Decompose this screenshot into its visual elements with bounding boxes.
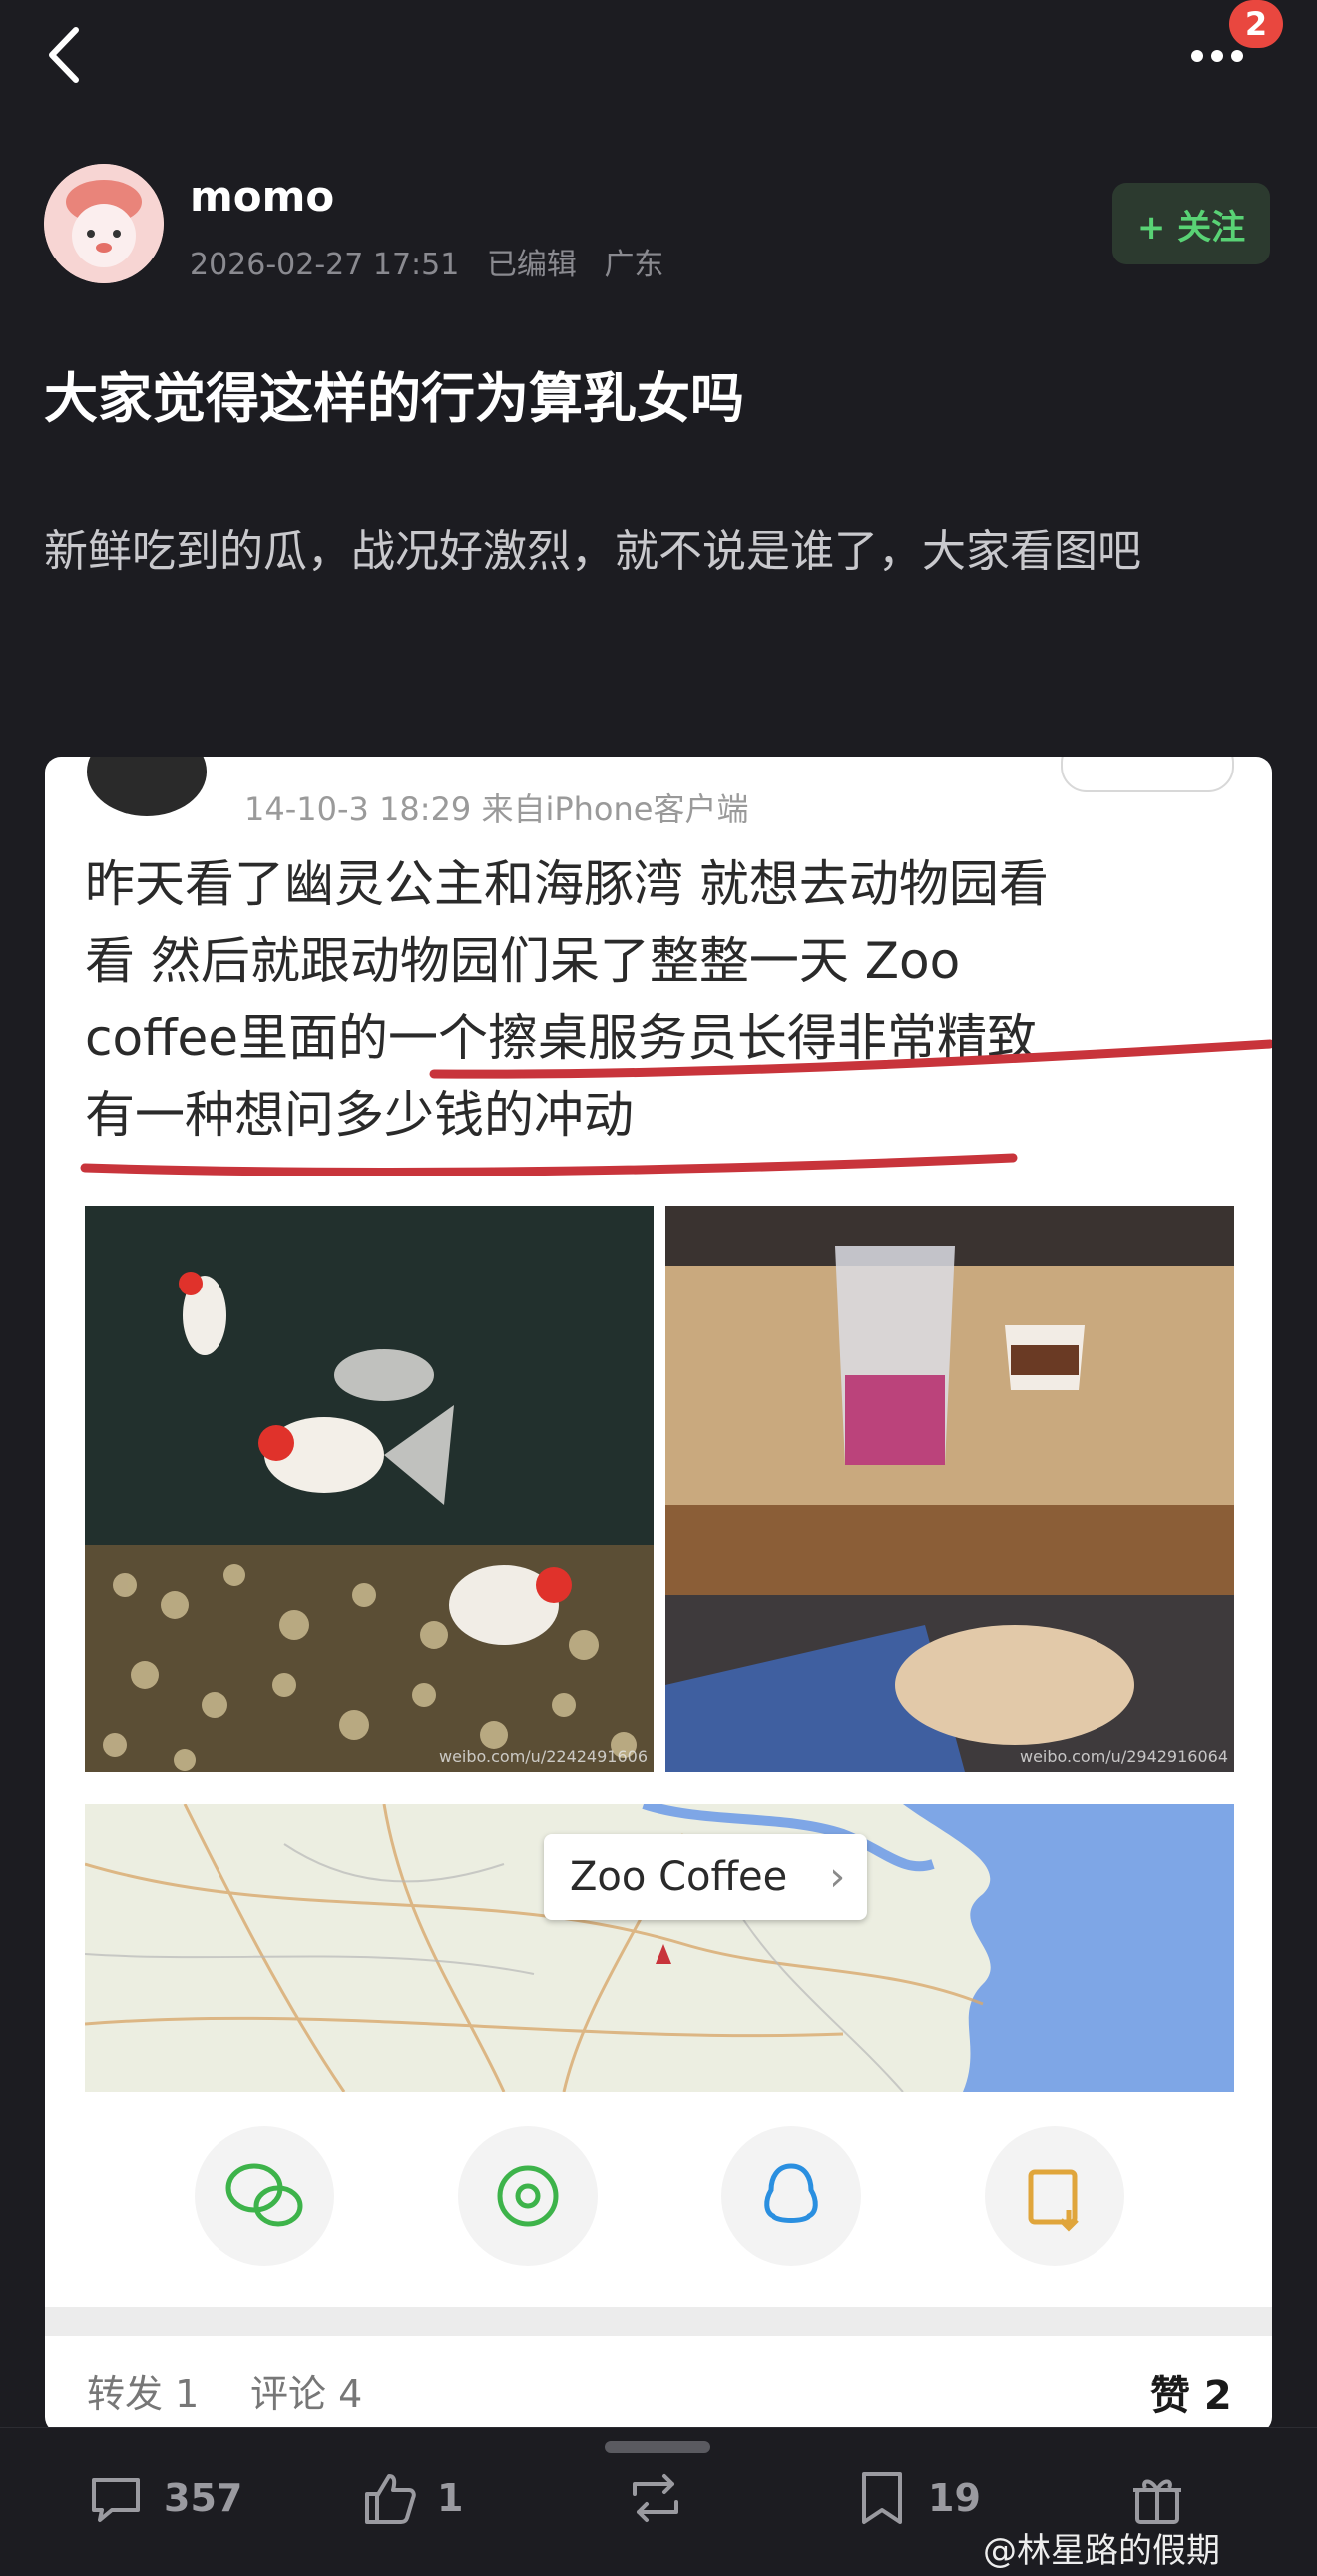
goldfish-photo[interactable]: weibo.com/u/2242491606 bbox=[85, 1206, 654, 1772]
save-image-button[interactable] bbox=[985, 2126, 1124, 2266]
repost-button[interactable] bbox=[623, 2463, 688, 2533]
source-watermark: @林星路的假期 bbox=[983, 2531, 1220, 2571]
collect-count: 19 bbox=[928, 2476, 981, 2520]
bookmark-icon bbox=[862, 2472, 902, 2524]
map-location-label: Zoo Coffee bbox=[570, 1854, 788, 1900]
author-name[interactable]: momo bbox=[190, 172, 334, 221]
post-date: 2026-02-27 17:51 bbox=[190, 248, 460, 282]
collect-button[interactable]: 19 bbox=[854, 2463, 981, 2533]
inner-follow-button bbox=[1061, 757, 1234, 792]
save-image-icon bbox=[1028, 2169, 1079, 2232]
repost-icon bbox=[633, 2474, 678, 2522]
chevron-left-icon bbox=[49, 27, 79, 83]
location-map[interactable]: Zoo Coffee › bbox=[85, 1804, 1234, 2092]
share-row bbox=[45, 2126, 1272, 2266]
gift-icon bbox=[1133, 2479, 1181, 2524]
divider bbox=[45, 2307, 1272, 2336]
post-image[interactable]: 14-10-3 18:29 来自iPhone客户端 昨天看了幽灵公主和海豚湾 就… bbox=[45, 757, 1272, 2433]
back-button[interactable] bbox=[40, 20, 90, 90]
inner-meta: 14-10-3 18:29 来自iPhone客户端 bbox=[244, 790, 749, 828]
post-title: 大家觉得这样的行为算乳女吗 bbox=[44, 367, 744, 430]
like-button[interactable]: 1 bbox=[359, 2463, 463, 2533]
comment-icon bbox=[92, 2478, 140, 2522]
post-meta: 2026-02-27 17:51 已编辑 广东 bbox=[190, 240, 681, 283]
image-watermark: weibo.com/u/2242491606 bbox=[438, 1747, 648, 1766]
follow-button[interactable]: + 关注 bbox=[1112, 183, 1270, 264]
share-wechat-button[interactable] bbox=[195, 2126, 334, 2266]
inner-line: 看 然后就跟动物园们呆了整整一天 Zoo bbox=[85, 932, 961, 990]
notification-badge: 2 bbox=[1229, 0, 1283, 48]
wechat-icon bbox=[225, 2163, 303, 2227]
qq-icon bbox=[764, 2163, 818, 2223]
image-watermark: weibo.com/u/2942916064 bbox=[1019, 1747, 1228, 1766]
inner-line: 昨天看了幽灵公主和海豚湾 就想去动物园看 bbox=[85, 855, 1049, 913]
thumbs-up-icon bbox=[365, 2474, 416, 2524]
coffee-photo[interactable]: weibo.com/u/2942916064 bbox=[665, 1206, 1234, 1772]
comment-button[interactable]: 357 bbox=[86, 2463, 242, 2533]
inner-like-count: 赞 2 bbox=[1150, 2373, 1232, 2419]
inner-line: coffee里面的一个擦桌服务员长得非常精致 bbox=[85, 1009, 1038, 1067]
location-label: 广东 bbox=[604, 248, 664, 282]
inner-line: 有一种想问多少钱的冲动 bbox=[85, 1086, 634, 1144]
share-qq-button[interactable] bbox=[721, 2126, 861, 2266]
more-icon bbox=[1191, 50, 1203, 62]
inner-comment-count: 评论 4 bbox=[250, 2372, 363, 2416]
inner-repost-count: 转发 1 bbox=[87, 2372, 200, 2416]
moments-icon bbox=[497, 2165, 559, 2227]
chevron-right-icon: › bbox=[829, 1854, 846, 1900]
comment-count: 357 bbox=[164, 2476, 243, 2520]
home-indicator bbox=[605, 2441, 710, 2453]
post-body: 新鲜吃到的瓜，战况好激烈，就不说是谁了，大家看图吧 bbox=[44, 526, 1141, 577]
inner-avatar bbox=[87, 757, 207, 816]
share-moments-button[interactable] bbox=[458, 2126, 598, 2266]
inner-post-text: 昨天看了幽灵公主和海豚湾 就想去动物园看 看 然后就跟动物园们呆了整整一天 Zo… bbox=[85, 846, 1262, 1154]
like-count: 1 bbox=[437, 2476, 464, 2520]
map-location-chip[interactable]: Zoo Coffee › bbox=[544, 1834, 868, 1920]
edited-label: 已编辑 bbox=[486, 248, 577, 282]
avatar[interactable] bbox=[44, 164, 164, 283]
